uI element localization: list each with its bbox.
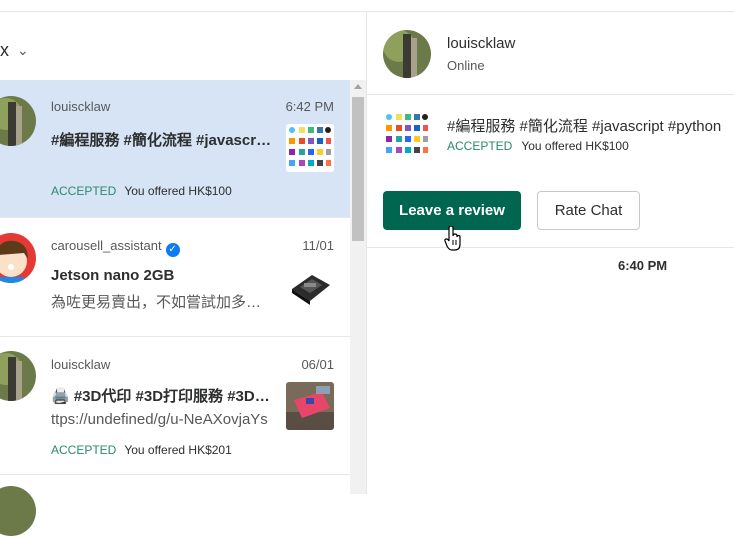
leave-review-button[interactable]: Leave a review	[383, 191, 521, 230]
conversation-title: 🖨️ #3D代印 #3D打印服務 #3D printing	[51, 388, 273, 405]
conversation-status: ACCEPTED You offered HK$100	[51, 184, 232, 198]
conversation-title: Jetson nano 2GB	[51, 267, 175, 284]
conversation-item[interactable]: carousell_assistant ✓ 11/01 Jetson nano 2…	[0, 218, 350, 336]
conversation-time: 6:42 PM	[285, 99, 334, 114]
chat-listing-title[interactable]: #編程服務 #簡化流程 #javascript #python	[447, 115, 721, 136]
pane-divider	[366, 12, 367, 494]
conversation-preview: 為咗更易賣出，不如嘗試加多啲資料	[51, 294, 273, 311]
conversation-username-row: carousell_assistant ✓	[51, 238, 180, 257]
rate-chat-button[interactable]: Rate Chat	[537, 191, 640, 230]
header-divider	[367, 94, 734, 95]
avatar	[0, 233, 36, 283]
presence-status: Online	[447, 58, 485, 73]
conversation-preview: ttps://undefined/g/u-NeAXovjaYs	[51, 411, 268, 428]
message-timestamp: 6:40 PM	[618, 258, 668, 273]
scroll-up-icon[interactable]	[354, 84, 362, 89]
conversation-time: 11/01	[302, 238, 334, 253]
offer-text: You offered HK$201	[124, 443, 232, 457]
offer-text: You offered HK$100	[521, 139, 629, 153]
listing-thumbnail	[286, 124, 334, 172]
chat-username[interactable]: louiscklaw	[447, 35, 515, 52]
accepted-badge: ACCEPTED	[51, 443, 117, 457]
conversation-username: louiscklaw	[51, 99, 111, 114]
list-divider	[0, 474, 350, 475]
hand-cursor-icon	[444, 225, 462, 257]
conversation-item[interactable]: louiscklaw 6:42 PM #編程服務 #簡化流程 #javascri…	[0, 80, 350, 217]
conversation-time: 06/01	[301, 357, 334, 372]
accepted-badge: ACCEPTED	[447, 139, 513, 153]
conversation-item[interactable]: louiscklaw 06/01 🖨️ #3D代印 #3D打印服務 #3D pr…	[0, 337, 350, 474]
listing-thumbnail	[286, 382, 334, 430]
avatar	[0, 351, 36, 401]
verified-check-icon: ✓	[165, 243, 180, 257]
scrollbar[interactable]	[350, 80, 366, 494]
chat-offer-status: ACCEPTED You offered HK$100	[447, 139, 629, 153]
conversation-username: carousell_assistant	[51, 238, 162, 253]
conversation-status: ACCEPTED You offered HK$201	[51, 443, 232, 457]
accepted-badge: ACCEPTED	[51, 184, 117, 198]
chevron-down-icon: ⌄	[17, 41, 29, 58]
chat-avatar[interactable]	[383, 30, 431, 78]
conversation-title: #編程服務 #簡化流程 #javascript #python	[51, 132, 273, 149]
actions-divider	[367, 247, 734, 248]
scrollbar-thumb[interactable]	[352, 97, 364, 241]
filter-dropdown[interactable]: x ⌄	[0, 40, 29, 60]
chat-listing-thumbnail[interactable]	[383, 111, 431, 159]
listing-thumbnail	[286, 263, 334, 311]
avatar	[0, 96, 36, 146]
offer-text: You offered HK$100	[124, 184, 232, 198]
conversation-username: louiscklaw	[51, 357, 111, 372]
filter-label: x	[0, 39, 9, 60]
